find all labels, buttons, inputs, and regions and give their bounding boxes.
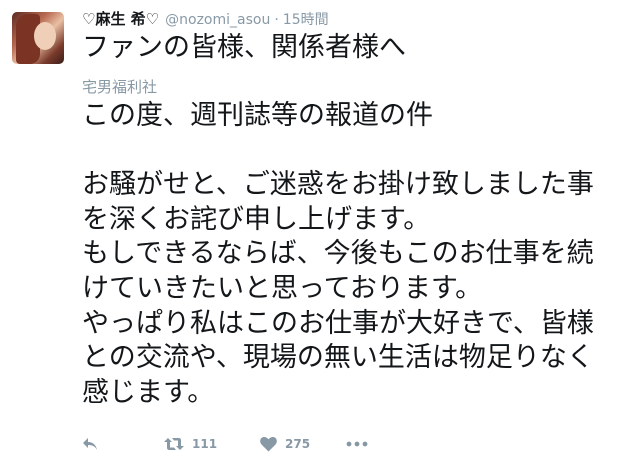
tweet-actions: 111 275 <box>82 432 368 456</box>
tweet-body: この度、週刊誌等の報道の件 お騒がせと、ご迷惑をお掛け致しました事 を深くお詫び… <box>82 99 634 410</box>
retweet-count: 111 <box>192 437 218 451</box>
more-button[interactable] <box>346 441 368 447</box>
like-count: 275 <box>285 437 311 451</box>
avatar[interactable] <box>12 12 64 64</box>
body-line: けていきたいと思っております。 <box>82 272 483 304</box>
retweet-button[interactable]: 111 <box>164 437 260 451</box>
retweet-icon <box>164 438 184 450</box>
tweet-title: ファンの皆様、関係者様へ <box>82 32 406 63</box>
user-handle[interactable]: @nozomi_asou <box>165 12 270 28</box>
reply-button[interactable] <box>82 437 164 451</box>
tweet-subtitle: 宅男福利社 <box>82 78 158 96</box>
tweet-header: ♡麻生 希♡ @nozomi_asou · 15時間 <box>82 8 329 28</box>
body-line: やっぱり私はこのお仕事が大好きで、皆様 <box>82 307 594 339</box>
timestamp[interactable]: 15時間 <box>283 9 329 29</box>
display-name[interactable]: ♡麻生 希♡ <box>82 8 159 29</box>
body-line: を深くお詫び申し上げます。 <box>82 203 431 235</box>
body-line: もしできるならば、今後もこのお仕事を続 <box>82 238 594 270</box>
body-line: この度、週刊誌等の報道の件 <box>82 100 433 131</box>
body-line: との交流や、現場の無い生活は物足りなく <box>82 342 594 374</box>
heart-icon <box>260 436 277 451</box>
body-line: 感じます。 <box>82 376 215 408</box>
avatar-face <box>34 22 56 50</box>
separator-dot: · <box>274 12 279 28</box>
reply-icon <box>83 438 97 450</box>
like-button[interactable]: 275 <box>260 436 346 452</box>
more-icon <box>346 441 368 447</box>
body-line: お騒がせと、ご迷惑をお掛け致しました事 <box>82 169 594 201</box>
